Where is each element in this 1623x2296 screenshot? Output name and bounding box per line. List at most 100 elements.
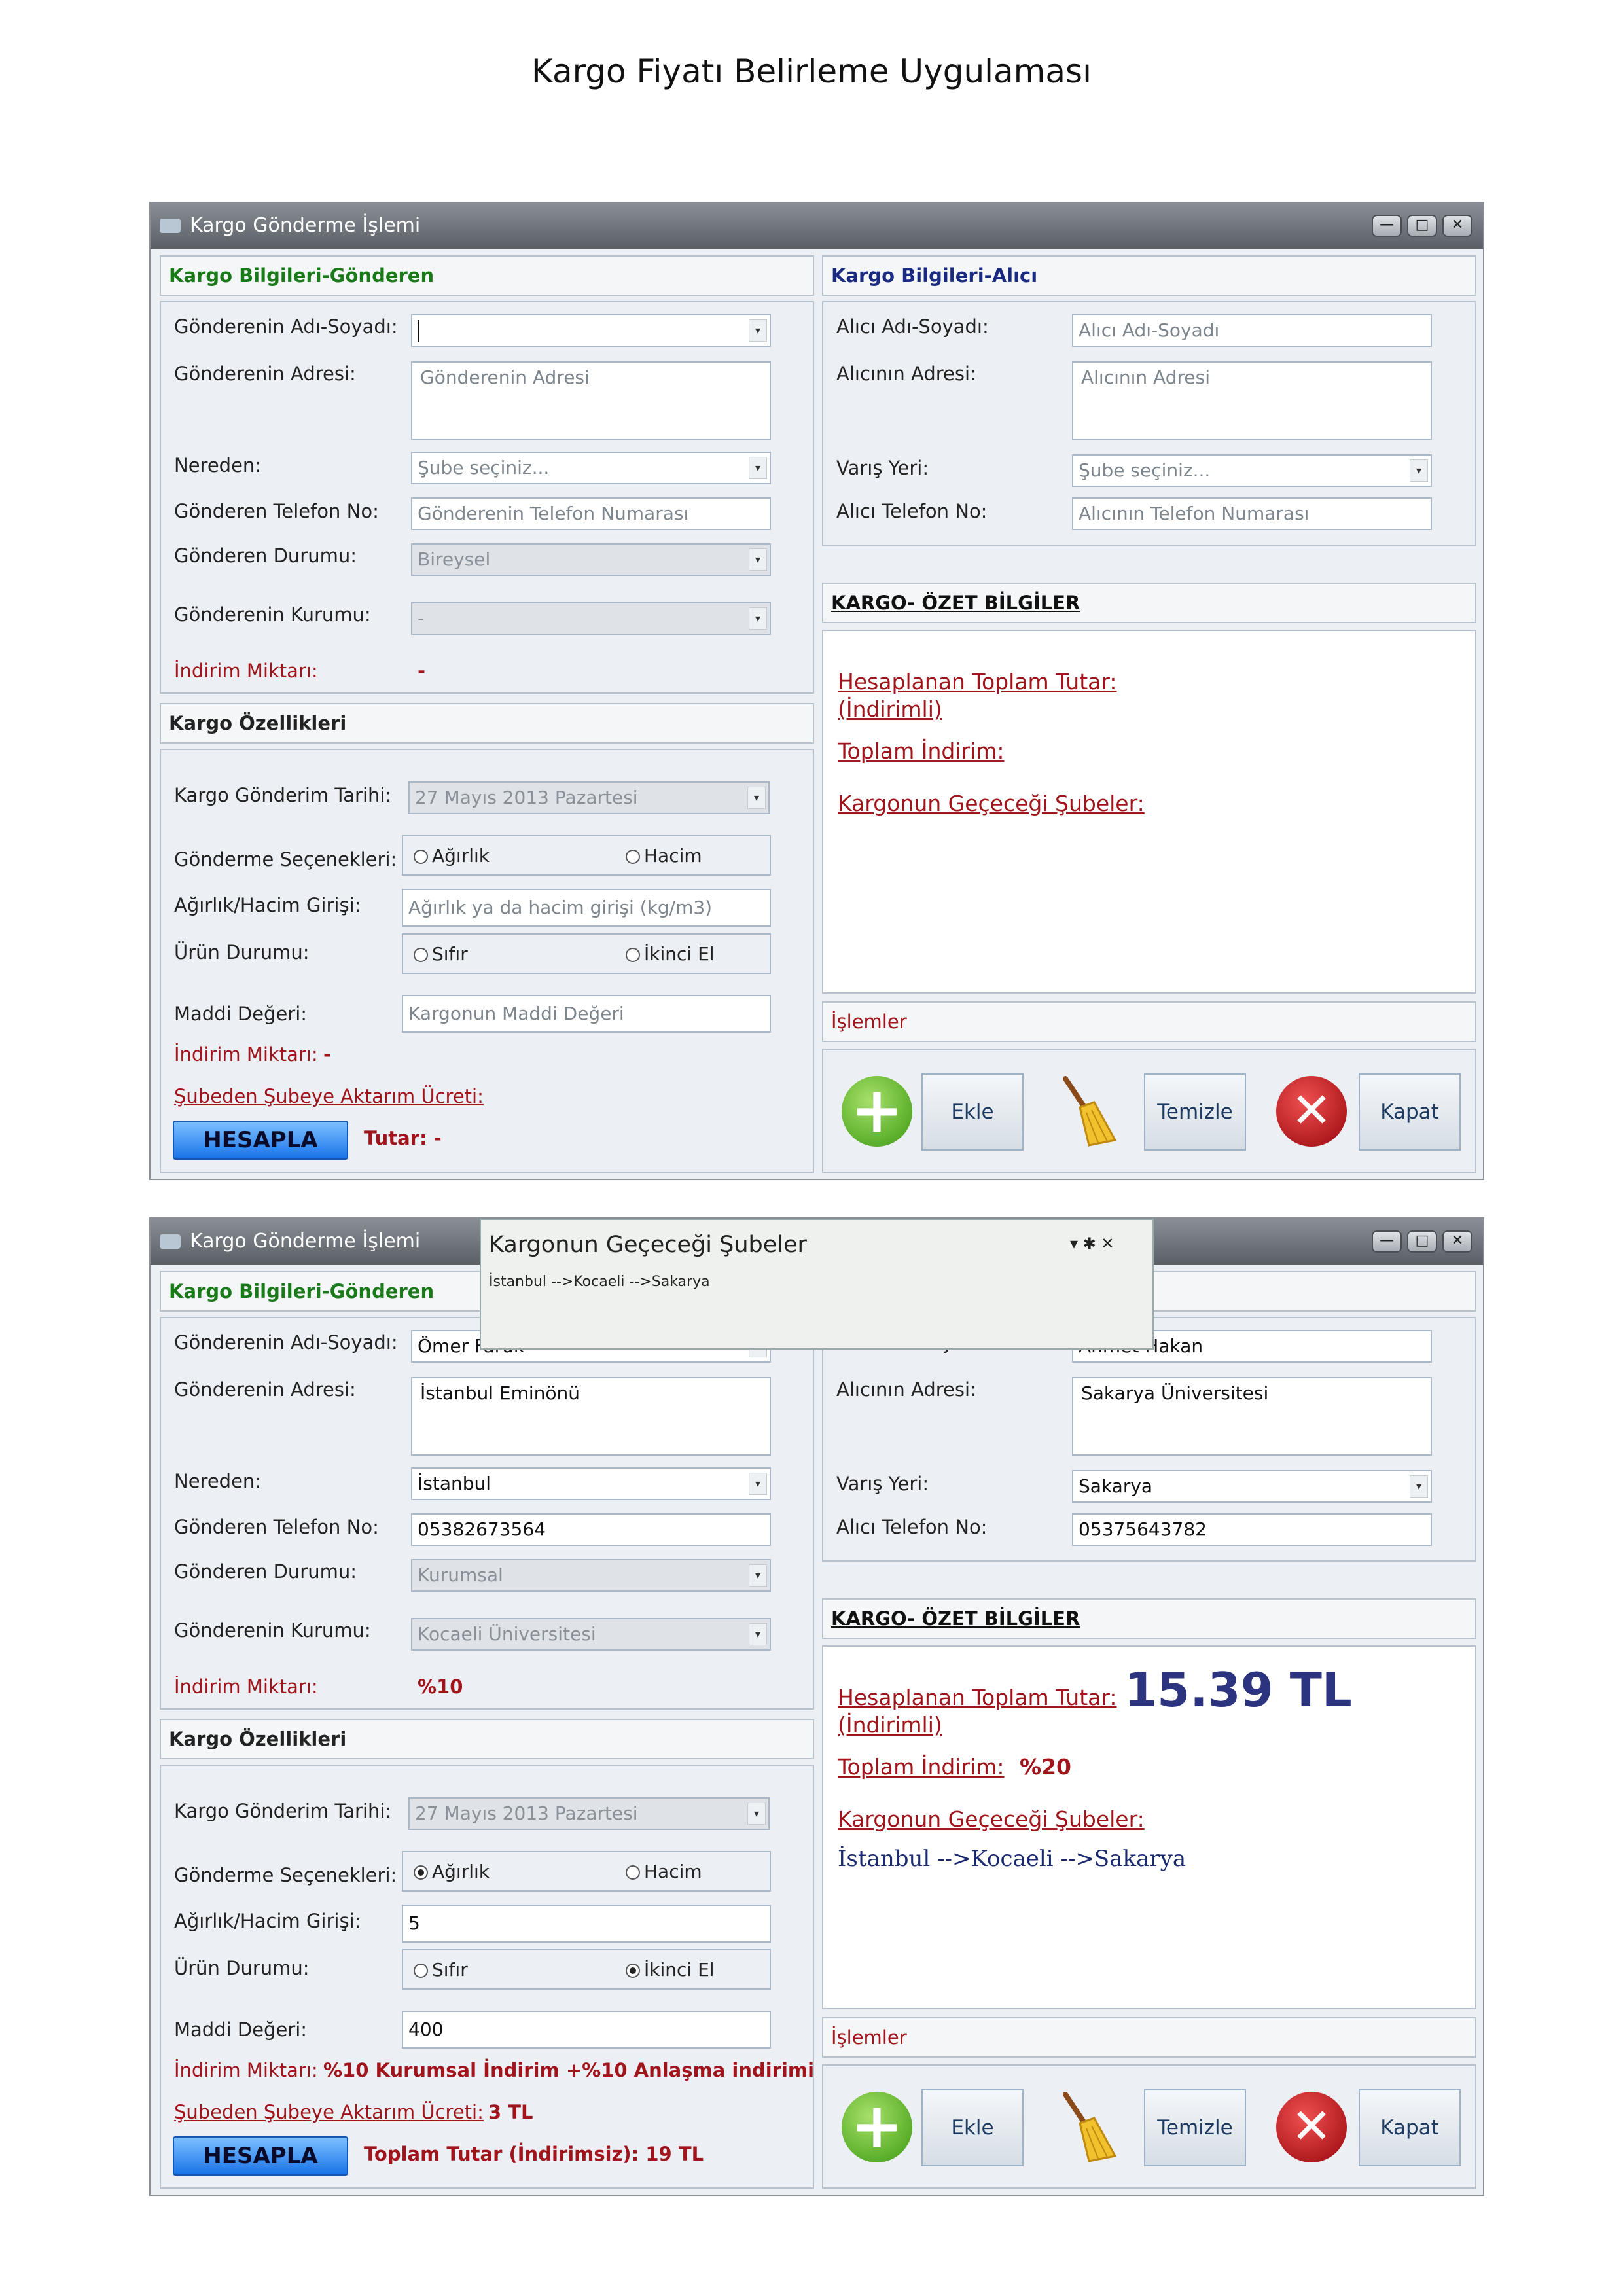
chevron-down-icon[interactable]: ▾ (749, 457, 767, 479)
radio-circle-icon[interactable] (626, 1865, 640, 1880)
add-icon[interactable]: + (842, 1076, 912, 1147)
sender-phone-field[interactable]: Gönderenin Telefon Numarası (411, 497, 771, 530)
clear-button[interactable]: Temizle (1144, 2089, 1246, 2166)
chevron-down-icon[interactable]: ▾ (1410, 1475, 1428, 1498)
close-window-button[interactable]: ✕ (1442, 215, 1472, 237)
receiver-address-field[interactable]: Sakarya Üniversitesi (1072, 1377, 1432, 1456)
add-button[interactable]: Ekle (921, 1073, 1024, 1151)
route-value: İstanbul -->Kocaeli -->Sakarya (838, 1846, 1186, 1872)
chevron-down-icon[interactable]: ▾ (749, 319, 767, 342)
maximize-button[interactable]: □ (1407, 1230, 1437, 1253)
minimize-button[interactable]: — (1372, 215, 1402, 237)
product-status-group: Sıfır İkinci El (402, 933, 771, 974)
sender-phone-field[interactable]: 05382673564 (411, 1513, 771, 1546)
total-discount-value: %20 (1020, 1754, 1071, 1780)
window-title: Kargo Gönderme İşlemi (190, 1230, 421, 1253)
operations-header: İşlemler (822, 1001, 1476, 1042)
receiver-address-field[interactable]: Alıcının Adresi (1072, 361, 1432, 440)
sender-address-field[interactable]: Gönderenin Adresi (411, 361, 771, 440)
weight-field[interactable]: 5 (402, 1905, 771, 1943)
radio-circle-icon[interactable] (414, 948, 428, 962)
value-field[interactable]: 400 (402, 2011, 771, 2049)
receiver-name-field[interactable]: Alıcı Adı-Soyadı (1072, 314, 1432, 347)
close-x-icon[interactable]: ✕ (1276, 2092, 1347, 2162)
from-branch-select[interactable]: İstanbul ▾ (411, 1467, 771, 1500)
calculate-button[interactable]: HESAPLA (173, 1121, 348, 1160)
value-label: Maddi Değeri: (174, 2018, 308, 2041)
receiver-section-header: Kargo Bilgileri-Alıcı (822, 255, 1476, 296)
radio-circle-icon[interactable] (626, 850, 640, 864)
close-button[interactable]: Kapat (1359, 1073, 1461, 1151)
window-title: Kargo Gönderme İşlemi (190, 214, 421, 237)
product-status-label: Ürün Durumu: (174, 941, 310, 963)
receiver-phone-field[interactable]: 05375643782 (1072, 1513, 1432, 1546)
value-field[interactable]: Kargonun Maddi Değeri (402, 995, 771, 1033)
route-popup[interactable]: Kargonun Geçeceği Şubeler ▾ ✱ ✕ İstanbul… (480, 1219, 1154, 1350)
total-discount-label: Toplam İndirim: (838, 738, 1005, 764)
sender-status-select: Kurumsal ▾ (411, 1559, 771, 1592)
send-date-picker: 27 Mayıs 2013 Pazartesi ▾ (408, 781, 770, 814)
sender-phone-label: Gönderen Telefon No: (174, 500, 379, 522)
discount-label: İndirim Miktarı: (174, 1676, 318, 1698)
sender-name-combo[interactable]: ▾ (411, 314, 771, 347)
discount-value: %10 (418, 1676, 463, 1698)
close-button[interactable]: Kapat (1359, 2089, 1461, 2166)
calculate-button[interactable]: HESAPLA (173, 2136, 348, 2176)
receiver-address-label: Alıcının Adresi: (836, 363, 976, 385)
total-discount-label: Toplam İndirim: (838, 1754, 1005, 1780)
total-calc-sublabel: (İndirimli) (838, 1712, 942, 1738)
operations-header: İşlemler (822, 2017, 1476, 2058)
new-radio[interactable]: Sıfır (414, 1959, 468, 1981)
weight-field[interactable]: Ağırlık ya da hacim girişi (kg/m3) (402, 889, 771, 927)
total-calc-label: Hesaplanan Toplam Tutar: (838, 1685, 1117, 1710)
volume-radio[interactable]: Hacim (626, 845, 702, 867)
chevron-down-icon: ▾ (749, 548, 767, 571)
send-options-group: Ağırlık Hacim (402, 1851, 771, 1892)
used-radio[interactable]: İkinci El (626, 1959, 715, 1981)
add-icon[interactable]: + (842, 2092, 912, 2162)
send-options-group: Ağırlık Hacim (402, 835, 771, 876)
clear-button[interactable]: Temizle (1144, 1073, 1246, 1151)
destination-select[interactable]: Sakarya ▾ (1072, 1470, 1432, 1503)
chevron-down-icon[interactable]: ▾ (1410, 459, 1428, 482)
used-radio[interactable]: İkinci El (626, 943, 715, 965)
close-window-button[interactable]: ✕ (1442, 1230, 1472, 1253)
radio-circle-icon[interactable] (414, 850, 428, 864)
radio-circle-icon[interactable] (414, 1964, 428, 1978)
from-branch-select[interactable]: Şube seçiniz... ▾ (411, 452, 771, 484)
transfer-fee-label: Şubeden Şubeye Aktarım Ücreti: (174, 2101, 484, 2123)
receiver-phone-field[interactable]: Alıcının Telefon Numarası (1072, 497, 1432, 530)
weight-radio[interactable]: Ağırlık (414, 1861, 490, 1882)
sender-address-field[interactable]: İstanbul Eminönü (411, 1377, 771, 1456)
send-options-label: Gönderme Seçenekleri: (174, 848, 397, 870)
radio-selected-icon[interactable] (414, 1865, 428, 1880)
total-no-discount: Toplam Tutar (İndirimsiz): 19 TL (364, 2143, 704, 2165)
minimize-button[interactable]: — (1372, 1230, 1402, 1253)
weight-radio[interactable]: Ağırlık (414, 845, 490, 867)
chevron-down-icon: ▾ (747, 1803, 766, 1825)
features-section-header: Kargo Özellikleri (160, 703, 814, 744)
close-x-icon[interactable]: ✕ (1276, 1076, 1347, 1147)
transfer-fee-value: 3 TL (488, 2101, 533, 2123)
radio-selected-icon[interactable] (626, 1964, 640, 1978)
receiver-name-label: Alıcı Adı-Soyadı: (836, 315, 989, 338)
sender-address-label: Gönderenin Adresi: (174, 363, 356, 385)
radio-circle-icon[interactable] (626, 948, 640, 962)
weight-input-label: Ağırlık/Hacim Girişi: (174, 1910, 361, 1932)
from-label: Nereden: (174, 454, 262, 476)
broom-icon[interactable] (1052, 1073, 1118, 1147)
add-button[interactable]: Ekle (921, 2089, 1024, 2166)
value-label: Maddi Değeri: (174, 1003, 308, 1025)
from-label: Nereden: (174, 1470, 262, 1492)
title-bar[interactable]: Kargo Gönderme İşlemi — □ ✕ (151, 203, 1483, 249)
summary-panel: Hesaplanan Toplam Tutar: (İndirimli) 15.… (822, 1645, 1476, 2009)
volume-radio[interactable]: Hacim (626, 1861, 702, 1882)
popup-controls[interactable]: ▾ ✱ ✕ (1070, 1234, 1115, 1253)
broom-icon[interactable] (1052, 2089, 1118, 2162)
maximize-button[interactable]: □ (1407, 215, 1437, 237)
send-date-picker: 27 Mayıs 2013 Pazartesi ▾ (408, 1797, 770, 1830)
sender-panel: Gönderenin Adı-Soyadı: ▾ Gönderenin Adre… (160, 301, 814, 694)
chevron-down-icon[interactable]: ▾ (749, 1473, 767, 1495)
new-radio[interactable]: Sıfır (414, 943, 468, 965)
destination-select[interactable]: Şube seçiniz... ▾ (1072, 454, 1432, 487)
